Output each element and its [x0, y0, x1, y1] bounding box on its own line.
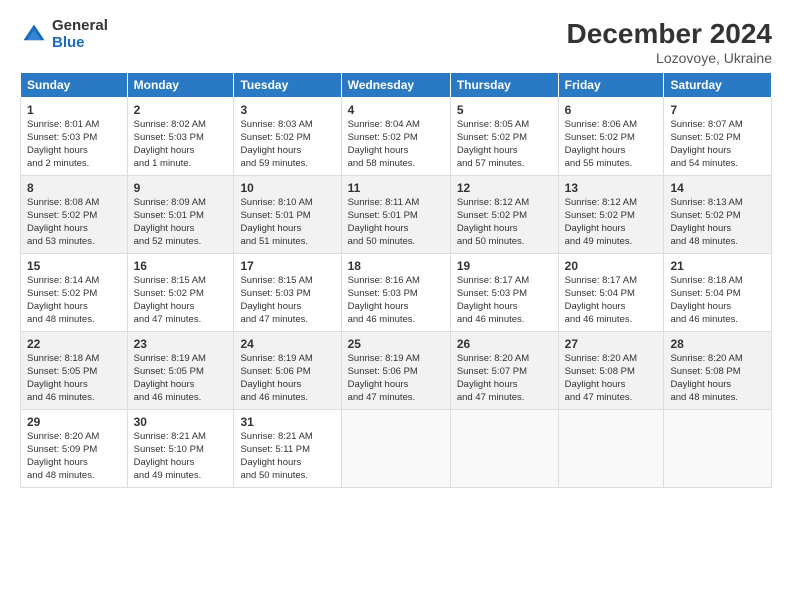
calendar-cell	[664, 410, 772, 488]
day-number: 16	[134, 258, 228, 274]
col-sunday: Sunday	[21, 73, 128, 98]
calendar-cell: 17Sunrise: 8:15 AMSunset: 5:03 PMDayligh…	[234, 254, 341, 332]
calendar-body: 1Sunrise: 8:01 AMSunset: 5:03 PMDaylight…	[21, 98, 772, 488]
day-number: 28	[670, 336, 765, 352]
calendar-cell: 2Sunrise: 8:02 AMSunset: 5:03 PMDaylight…	[127, 98, 234, 176]
day-number: 10	[240, 180, 334, 196]
calendar-cell: 8Sunrise: 8:08 AMSunset: 5:02 PMDaylight…	[21, 176, 128, 254]
calendar-table: Sunday Monday Tuesday Wednesday Thursday…	[20, 72, 772, 488]
calendar-week-1: 8Sunrise: 8:08 AMSunset: 5:02 PMDaylight…	[21, 176, 772, 254]
calendar-cell: 7Sunrise: 8:07 AMSunset: 5:02 PMDaylight…	[664, 98, 772, 176]
col-friday: Friday	[558, 73, 664, 98]
calendar-week-4: 29Sunrise: 8:20 AMSunset: 5:09 PMDayligh…	[21, 410, 772, 488]
day-number: 24	[240, 336, 334, 352]
day-number: 21	[670, 258, 765, 274]
page: General Blue December 2024 Lozovoye, Ukr…	[0, 0, 792, 498]
day-number: 18	[348, 258, 444, 274]
col-saturday: Saturday	[664, 73, 772, 98]
calendar-cell: 28Sunrise: 8:20 AMSunset: 5:08 PMDayligh…	[664, 332, 772, 410]
calendar-week-3: 22Sunrise: 8:18 AMSunset: 5:05 PMDayligh…	[21, 332, 772, 410]
calendar-cell: 14Sunrise: 8:13 AMSunset: 5:02 PMDayligh…	[664, 176, 772, 254]
title-block: December 2024 Lozovoye, Ukraine	[567, 18, 772, 66]
day-number: 3	[240, 102, 334, 118]
calendar-cell: 31Sunrise: 8:21 AMSunset: 5:11 PMDayligh…	[234, 410, 341, 488]
day-number: 8	[27, 180, 121, 196]
col-tuesday: Tuesday	[234, 73, 341, 98]
calendar-cell: 4Sunrise: 8:04 AMSunset: 5:02 PMDaylight…	[341, 98, 450, 176]
calendar-week-2: 15Sunrise: 8:14 AMSunset: 5:02 PMDayligh…	[21, 254, 772, 332]
calendar-cell	[558, 410, 664, 488]
day-number: 11	[348, 180, 444, 196]
calendar-cell: 26Sunrise: 8:20 AMSunset: 5:07 PMDayligh…	[450, 332, 558, 410]
header: General Blue December 2024 Lozovoye, Ukr…	[20, 18, 772, 66]
calendar-week-0: 1Sunrise: 8:01 AMSunset: 5:03 PMDaylight…	[21, 98, 772, 176]
calendar-cell: 23Sunrise: 8:19 AMSunset: 5:05 PMDayligh…	[127, 332, 234, 410]
calendar-cell: 9Sunrise: 8:09 AMSunset: 5:01 PMDaylight…	[127, 176, 234, 254]
day-number: 5	[457, 102, 552, 118]
calendar-cell: 25Sunrise: 8:19 AMSunset: 5:06 PMDayligh…	[341, 332, 450, 410]
calendar-cell: 3Sunrise: 8:03 AMSunset: 5:02 PMDaylight…	[234, 98, 341, 176]
calendar-cell: 5Sunrise: 8:05 AMSunset: 5:02 PMDaylight…	[450, 98, 558, 176]
day-number: 13	[565, 180, 658, 196]
day-number: 31	[240, 414, 334, 430]
day-number: 9	[134, 180, 228, 196]
calendar-cell: 12Sunrise: 8:12 AMSunset: 5:02 PMDayligh…	[450, 176, 558, 254]
day-number: 30	[134, 414, 228, 430]
calendar-cell: 24Sunrise: 8:19 AMSunset: 5:06 PMDayligh…	[234, 332, 341, 410]
calendar-cell	[450, 410, 558, 488]
logo-text: General Blue	[52, 18, 108, 51]
calendar-cell: 11Sunrise: 8:11 AMSunset: 5:01 PMDayligh…	[341, 176, 450, 254]
day-number: 19	[457, 258, 552, 274]
day-number: 17	[240, 258, 334, 274]
calendar-title: December 2024	[567, 18, 772, 50]
logo-icon	[20, 21, 48, 49]
logo-general: General	[52, 17, 108, 34]
col-wednesday: Wednesday	[341, 73, 450, 98]
calendar-cell: 27Sunrise: 8:20 AMSunset: 5:08 PMDayligh…	[558, 332, 664, 410]
calendar-cell: 21Sunrise: 8:18 AMSunset: 5:04 PMDayligh…	[664, 254, 772, 332]
calendar-cell: 10Sunrise: 8:10 AMSunset: 5:01 PMDayligh…	[234, 176, 341, 254]
day-number: 20	[565, 258, 658, 274]
calendar-cell	[341, 410, 450, 488]
col-thursday: Thursday	[450, 73, 558, 98]
day-number: 12	[457, 180, 552, 196]
calendar-cell: 20Sunrise: 8:17 AMSunset: 5:04 PMDayligh…	[558, 254, 664, 332]
day-number: 22	[27, 336, 121, 352]
calendar-cell: 16Sunrise: 8:15 AMSunset: 5:02 PMDayligh…	[127, 254, 234, 332]
day-number: 1	[27, 102, 121, 118]
day-number: 7	[670, 102, 765, 118]
calendar-cell: 19Sunrise: 8:17 AMSunset: 5:03 PMDayligh…	[450, 254, 558, 332]
logo-blue: Blue	[52, 34, 85, 51]
calendar-cell: 30Sunrise: 8:21 AMSunset: 5:10 PMDayligh…	[127, 410, 234, 488]
day-number: 4	[348, 102, 444, 118]
day-number: 29	[27, 414, 121, 430]
calendar-header: Sunday Monday Tuesday Wednesday Thursday…	[21, 73, 772, 98]
day-number: 25	[348, 336, 444, 352]
day-number: 27	[565, 336, 658, 352]
day-number: 2	[134, 102, 228, 118]
col-monday: Monday	[127, 73, 234, 98]
day-number: 6	[565, 102, 658, 118]
calendar-cell: 15Sunrise: 8:14 AMSunset: 5:02 PMDayligh…	[21, 254, 128, 332]
calendar-cell: 29Sunrise: 8:20 AMSunset: 5:09 PMDayligh…	[21, 410, 128, 488]
calendar-cell: 1Sunrise: 8:01 AMSunset: 5:03 PMDaylight…	[21, 98, 128, 176]
calendar-cell: 22Sunrise: 8:18 AMSunset: 5:05 PMDayligh…	[21, 332, 128, 410]
calendar-subtitle: Lozovoye, Ukraine	[567, 50, 772, 66]
logo: General Blue	[20, 18, 108, 51]
day-number: 14	[670, 180, 765, 196]
day-number: 23	[134, 336, 228, 352]
day-number: 26	[457, 336, 552, 352]
day-number: 15	[27, 258, 121, 274]
header-row: Sunday Monday Tuesday Wednesday Thursday…	[21, 73, 772, 98]
calendar-cell: 13Sunrise: 8:12 AMSunset: 5:02 PMDayligh…	[558, 176, 664, 254]
calendar-cell: 6Sunrise: 8:06 AMSunset: 5:02 PMDaylight…	[558, 98, 664, 176]
calendar-cell: 18Sunrise: 8:16 AMSunset: 5:03 PMDayligh…	[341, 254, 450, 332]
